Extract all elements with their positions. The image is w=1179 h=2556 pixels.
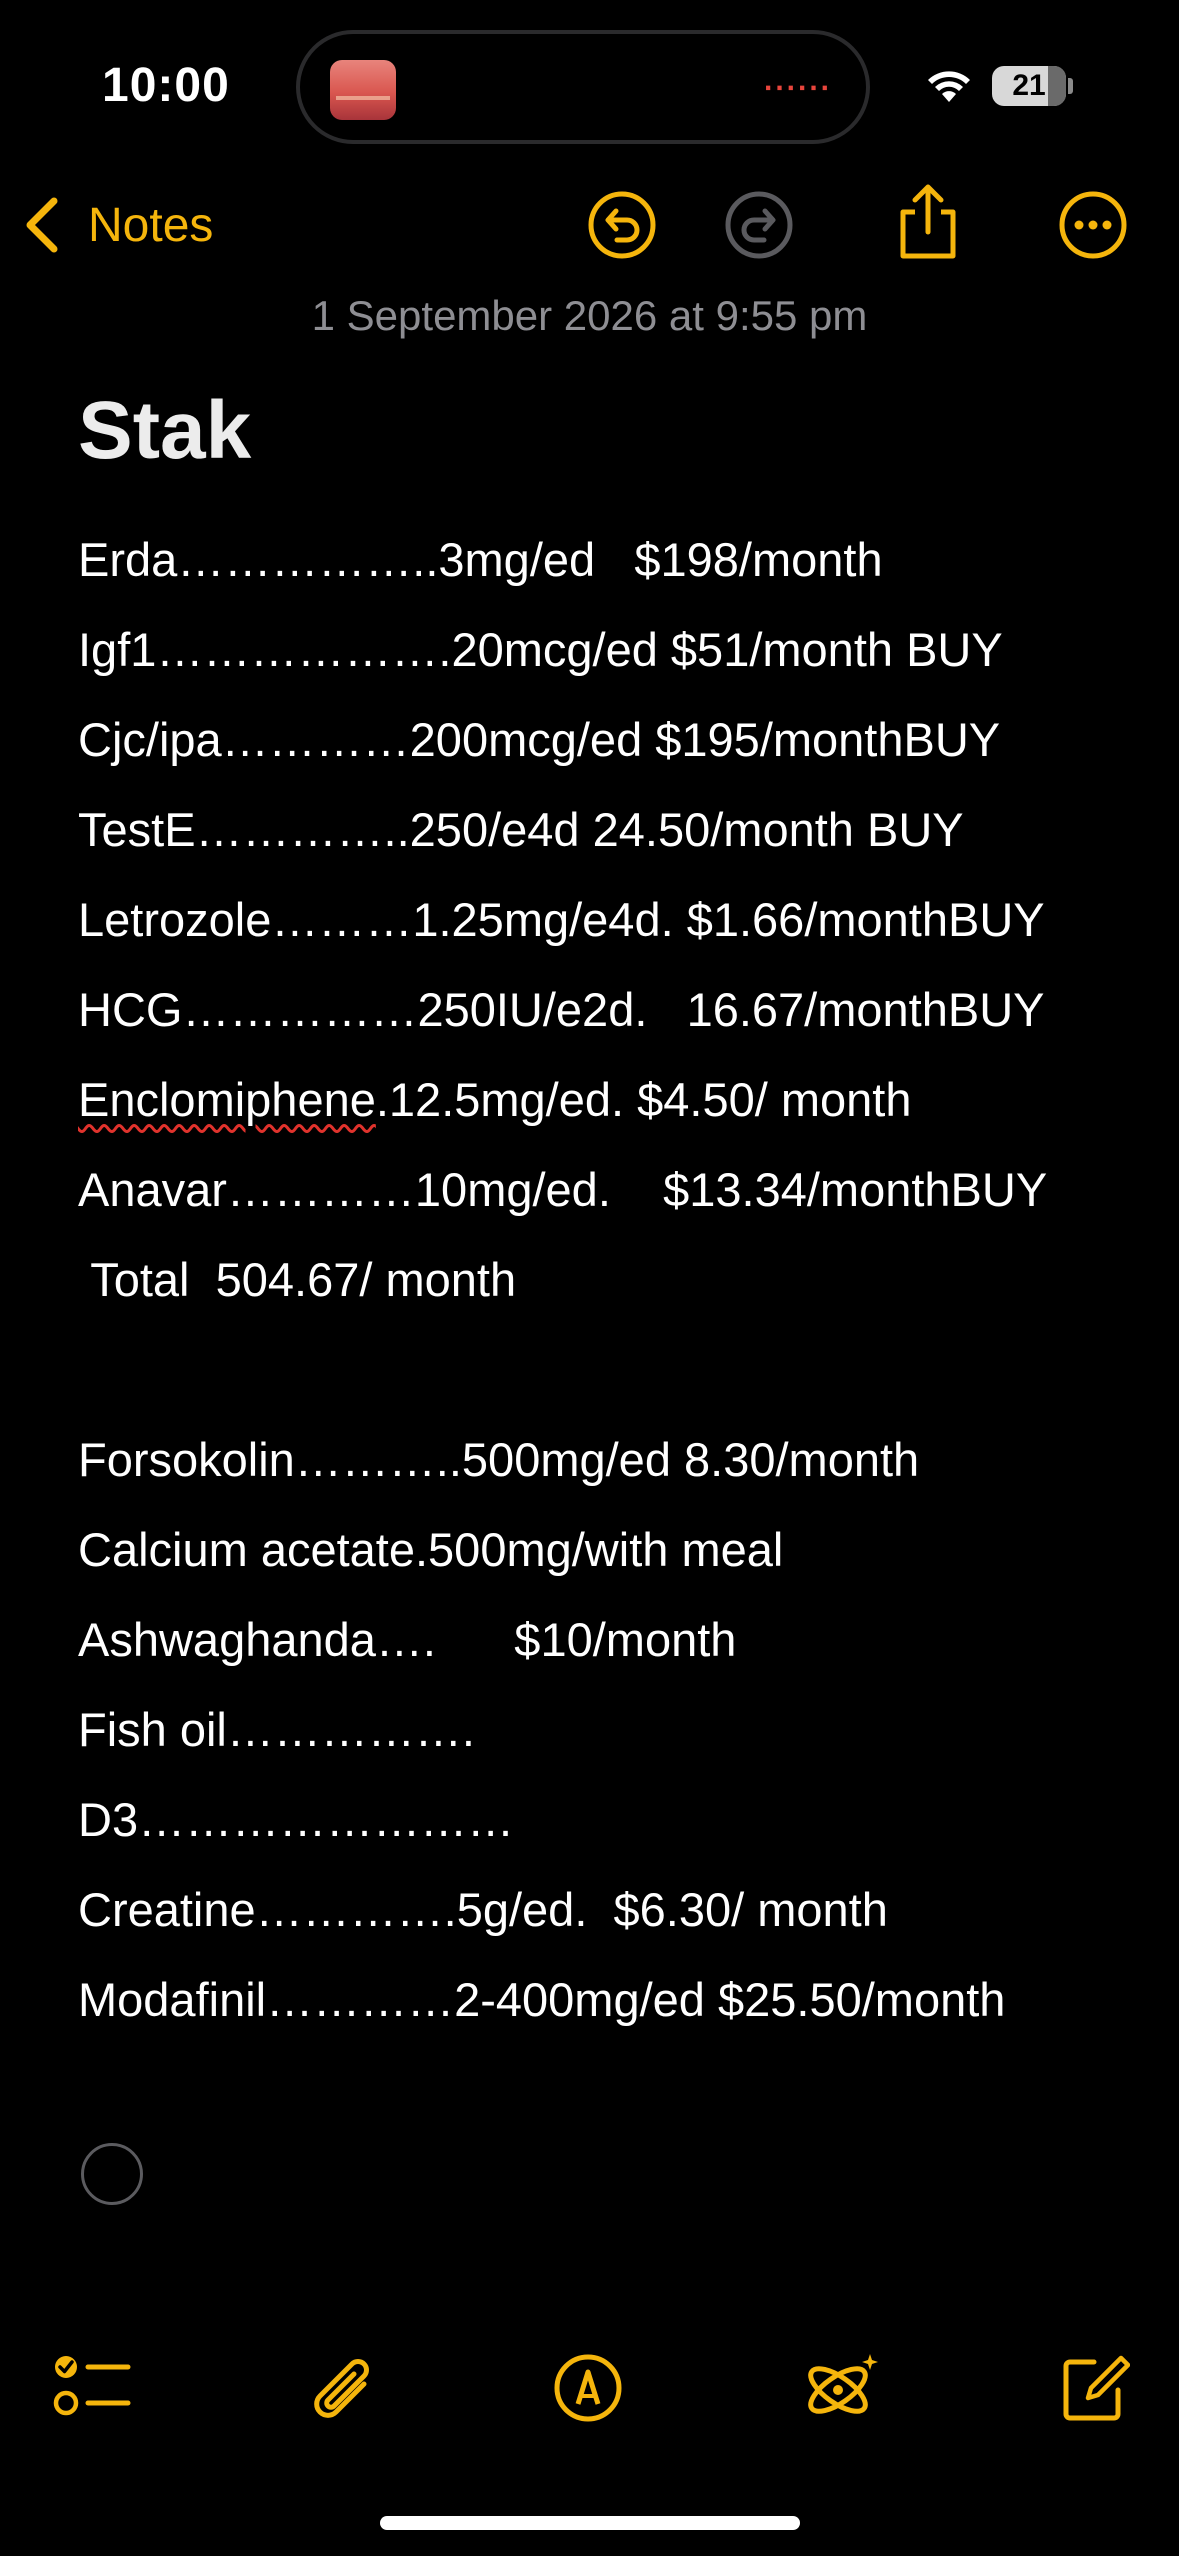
note-line[interactable]: Fish oil……………. xyxy=(78,1695,1138,1785)
undo-icon[interactable] xyxy=(587,190,657,260)
note-line[interactable]: D3…………………… xyxy=(78,1785,1138,1875)
note-line[interactable]: Anavar…………10mg/ed. $13.34/monthBUY xyxy=(78,1155,1138,1245)
note-line[interactable]: Modafinil…………2-400mg/ed $25.50/month xyxy=(78,1965,1138,2055)
status-bar: 10:00 ∙∙∙∙∙∙ 21 xyxy=(0,0,1179,170)
note-date: 1 September 2026 at 9:55 pm xyxy=(311,292,868,339)
now-playing-artwork xyxy=(330,60,396,120)
note-line[interactable]: Ashwaghanda…. $10/month xyxy=(78,1605,1138,1695)
misspelled-word[interactable]: Enclomiphene xyxy=(78,1073,376,1126)
markup-pen-icon[interactable] xyxy=(552,2352,624,2424)
chevron-left-icon xyxy=(26,197,58,253)
note-body[interactable]: Erda……………..3mg/ed $198/month Igf1……………….… xyxy=(78,525,1138,2055)
note-line[interactable]: Enclomiphene.12.5mg/ed. $4.50/ month xyxy=(78,1065,1138,1155)
note-line[interactable]: Creatine………….5g/ed. $6.30/ month xyxy=(78,1875,1138,1965)
note-line[interactable]: Total 504.67/ month xyxy=(78,1245,1138,1335)
status-time: 10:00 xyxy=(102,59,230,112)
back-label: Notes xyxy=(88,198,214,252)
note-line[interactable]: Calcium acetate.500mg/with meal xyxy=(78,1515,1138,1605)
battery-indicator: 21 xyxy=(992,66,1066,106)
paperclip-icon[interactable] xyxy=(306,2350,378,2426)
note-line[interactable]: Cjc/ipa…………200mcg/ed $195/monthBUY xyxy=(78,705,1138,795)
back-button[interactable]: Notes xyxy=(22,190,213,260)
note-title[interactable]: Stak xyxy=(78,384,251,478)
more-icon[interactable] xyxy=(1058,190,1128,260)
note-line-rest: .12.5mg/ed. $4.50/ month xyxy=(375,1073,912,1126)
redo-icon[interactable] xyxy=(724,190,794,260)
checklist-icon[interactable] xyxy=(52,2352,132,2422)
wifi-icon xyxy=(928,71,970,102)
compose-icon[interactable] xyxy=(1058,2350,1130,2424)
battery-level: 21 xyxy=(1012,69,1046,102)
audio-waveform-icon: ∙∙∙∙∙∙ xyxy=(763,72,832,105)
dynamic-island[interactable]: ∙∙∙∙∙∙ xyxy=(296,30,870,144)
note-line[interactable]: Letrozole………1.25mg/e4d. $1.66/monthBUY xyxy=(78,885,1138,975)
note-line[interactable]: TestE…………..250/e4d 24.50/month BUY xyxy=(78,795,1138,885)
note-line[interactable]: Erda……………..3mg/ed $198/month xyxy=(78,525,1138,615)
writing-tools-icon[interactable] xyxy=(800,2350,880,2426)
checklist-checkbox[interactable] xyxy=(81,2143,143,2205)
note-line[interactable]: HCG……………250IU/e2d. 16.67/monthBUY xyxy=(78,975,1138,1065)
battery-cap xyxy=(1068,78,1073,94)
note-line[interactable] xyxy=(78,1335,1138,1425)
note-line[interactable]: Igf1……………….20mcg/ed $51/month BUY xyxy=(78,615,1138,705)
note-line[interactable]: Forsokolin………..500mg/ed 8.30/month xyxy=(78,1425,1138,1515)
home-indicator[interactable] xyxy=(380,2516,800,2530)
share-icon[interactable] xyxy=(893,182,963,262)
